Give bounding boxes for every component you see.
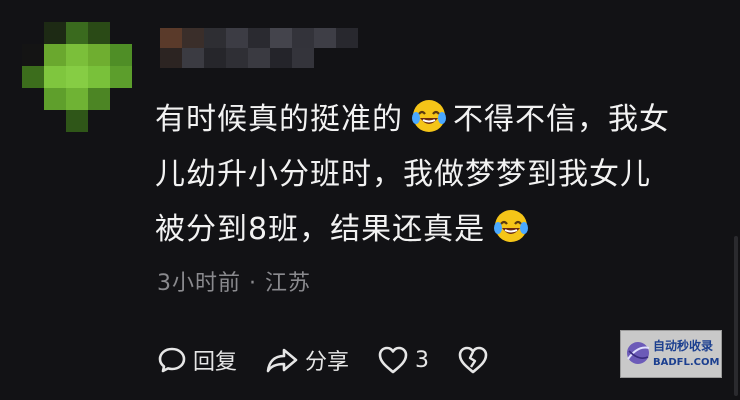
comment-text: 有时候真的挺准的 不得不信，我女 儿幼升小分班时，我做梦梦到我女儿 被分到8班，结… (155, 92, 715, 257)
speech-bubble-icon (157, 345, 187, 375)
heart-icon (377, 345, 409, 375)
avatar[interactable] (22, 22, 132, 132)
reply-label: 回复 (193, 350, 238, 375)
comment-line-3: 被分到8班，结果还真是 (155, 202, 715, 257)
comment-screen: 有时候真的挺准的 不得不信，我女 儿幼升小分班时，我做梦梦到我女儿 被分到8班，结… (0, 0, 740, 400)
username-blurred[interactable] (160, 28, 370, 68)
comment-time: 3小时前 (157, 271, 241, 296)
scrollbar[interactable] (734, 236, 738, 396)
watermark-text-cn: 自动秒收录 (653, 339, 714, 353)
comment-meta: 3小时前 · 江苏 (157, 265, 311, 297)
globe-logo-icon (625, 339, 651, 371)
meta-separator: · (249, 271, 257, 296)
reply-button[interactable]: 回复 (157, 344, 237, 376)
laughing-crying-emoji-icon (493, 207, 529, 243)
dislike-button[interactable] (457, 345, 489, 375)
comment-location: 江苏 (265, 271, 312, 296)
like-button[interactable]: 3 (377, 345, 429, 375)
like-count: 3 (415, 347, 430, 373)
comment-line-2: 儿幼升小分班时，我做梦梦到我女儿 (155, 157, 651, 192)
watermark-text-en: BADFL.COM (653, 357, 720, 368)
share-arrow-icon (265, 345, 299, 375)
comment-line-1: 有时候真的挺准的 不得不信，我女 (155, 92, 715, 147)
watermark-badge: 自动秒收录 BADFL.COM (620, 330, 722, 378)
broken-heart-icon (457, 345, 489, 375)
share-button[interactable]: 分享 (265, 344, 349, 376)
comment-actions: 回复 分享 3 (157, 340, 517, 380)
laughing-crying-emoji-icon (411, 97, 447, 133)
share-label: 分享 (305, 350, 350, 375)
